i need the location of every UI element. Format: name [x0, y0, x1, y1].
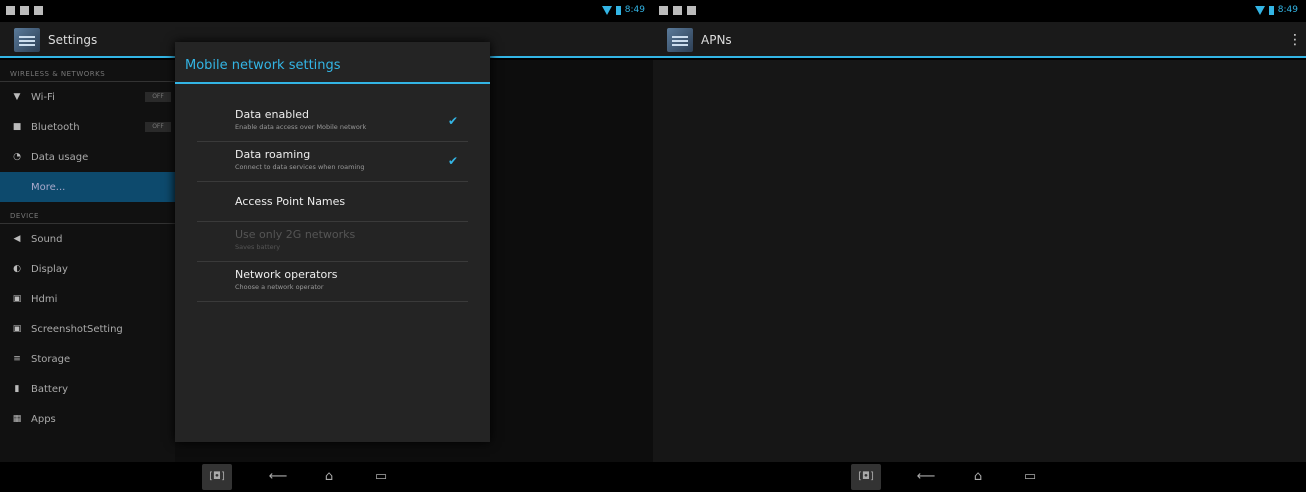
home-button-icon[interactable]: ⌂	[967, 468, 989, 486]
mobile-network-dialog: Mobile network settings Data enabled Ena…	[175, 42, 490, 442]
category-header: WIRELESS & NETWORKS	[0, 60, 175, 82]
settings-item-hdmi[interactable]: ▣ Hdmi	[0, 284, 175, 314]
notification-icon	[20, 6, 29, 15]
notification-icon	[6, 6, 15, 15]
settings-app-icon[interactable]	[14, 28, 40, 52]
right-screen: 8:49 APNs ⋮ [◘] ⟵ ⌂ ▭	[653, 0, 1306, 492]
back-button-icon[interactable]: ⟵	[915, 468, 937, 486]
bluetooth-toggle[interactable]: OFF	[145, 122, 171, 132]
recent-apps-button-icon[interactable]: ▭	[1019, 468, 1041, 486]
apn-list	[653, 60, 1306, 462]
settings-item-battery[interactable]: ▮ Battery	[0, 374, 175, 404]
battery-icon: ▮	[14, 384, 20, 394]
option-use-2g-only: Use only 2G networks Saves battery	[197, 222, 468, 262]
notification-icon	[687, 6, 696, 15]
back-button-icon[interactable]: ⟵	[267, 468, 289, 486]
option-data-roaming[interactable]: Data roaming Connect to data services wh…	[197, 142, 468, 182]
dialog-options-list: Data enabled Enable data access over Mob…	[175, 84, 490, 302]
status-bar: 8:49	[0, 0, 653, 22]
status-time: 8:49	[1277, 5, 1298, 15]
screenshot-icon: ▣	[12, 324, 22, 334]
home-button-icon[interactable]: ⌂	[318, 468, 340, 486]
settings-item-sound[interactable]: ◀ Sound	[0, 224, 175, 254]
notification-icon	[673, 6, 682, 15]
data-usage-icon: ◔	[13, 152, 21, 162]
option-data-enabled[interactable]: Data enabled Enable data access over Mob…	[197, 102, 468, 142]
display-icon: ◐	[13, 264, 21, 274]
storage-icon: ≡	[13, 354, 21, 364]
hdmi-icon: ▣	[12, 294, 22, 304]
settings-item-storage[interactable]: ≡ Storage	[0, 344, 175, 374]
wifi-signal-icon	[1254, 5, 1265, 15]
left-screen: 8:49 Settings WIRELESS & NETWORKS ▼ Wi-F…	[0, 0, 653, 492]
navigation-bar: [◘] ⟵ ⌂ ▭	[653, 462, 1306, 492]
settings-item-wifi[interactable]: ▼ Wi-Fi OFF	[0, 82, 175, 112]
settings-item-display[interactable]: ◐ Display	[0, 254, 175, 284]
settings-item-screenshot[interactable]: ▣ ScreenshotSetting	[0, 314, 175, 344]
wifi-toggle[interactable]: OFF	[145, 92, 171, 102]
settings-list: WIRELESS & NETWORKS ▼ Wi-Fi OFF ■ Blueto…	[0, 60, 175, 462]
checkbox-checked-icon[interactable]: ✔	[448, 154, 458, 168]
action-bar-title: APNs	[701, 33, 732, 47]
screenshot-button-icon[interactable]: [◘]	[851, 464, 881, 490]
action-bar: APNs ⋮	[653, 22, 1306, 58]
settings-item-more[interactable]: More...	[0, 172, 175, 202]
wifi-icon: ▼	[13, 92, 21, 102]
sound-icon: ◀	[13, 234, 21, 244]
checkbox-checked-icon[interactable]: ✔	[448, 114, 458, 128]
battery-status-icon	[1268, 5, 1274, 15]
settings-item-bluetooth[interactable]: ■ Bluetooth OFF	[0, 112, 175, 142]
settings-item-data-usage[interactable]: ◔ Data usage	[0, 142, 175, 172]
battery-status-icon	[615, 5, 621, 15]
wifi-signal-icon	[601, 5, 612, 15]
settings-item-apps[interactable]: ▦ Apps	[0, 404, 175, 434]
settings-app-icon[interactable]	[667, 28, 693, 52]
dialog-title: Mobile network settings	[175, 42, 490, 84]
status-time: 8:49	[624, 5, 645, 15]
action-bar-title: Settings	[48, 33, 98, 47]
bluetooth-icon: ■	[12, 122, 22, 132]
status-bar: 8:49	[653, 0, 1306, 22]
overflow-menu-icon[interactable]: ⋮	[1288, 32, 1302, 48]
notification-icon	[659, 6, 668, 15]
navigation-bar: [◘] ⟵ ⌂ ▭	[0, 462, 653, 492]
option-access-point-names[interactable]: Access Point Names	[197, 182, 468, 222]
option-network-operators[interactable]: Network operators Choose a network opera…	[197, 262, 468, 302]
apps-icon: ▦	[12, 414, 22, 424]
category-header: DEVICE	[0, 202, 175, 224]
recent-apps-button-icon[interactable]: ▭	[370, 468, 392, 486]
screenshot-button-icon[interactable]: [◘]	[202, 464, 232, 490]
notification-icon	[34, 6, 43, 15]
